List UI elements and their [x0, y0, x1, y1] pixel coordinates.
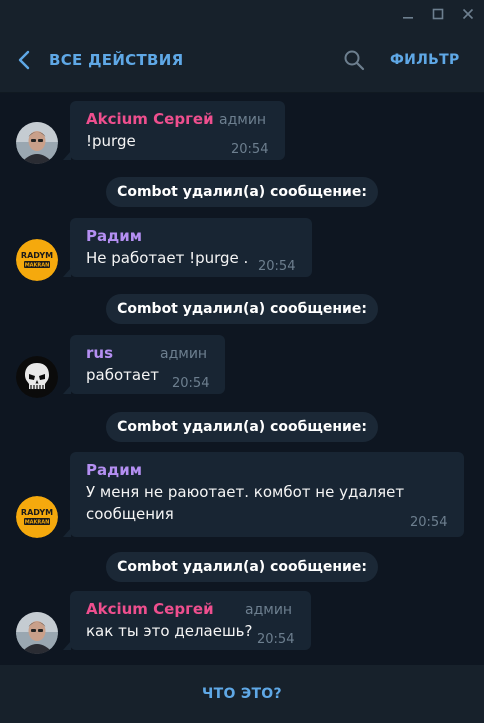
sender-name[interactable]: Радим: [86, 461, 142, 479]
message-time: 20:54: [231, 142, 269, 157]
service-message: Combot удалил(а) сообщение:: [106, 177, 378, 207]
svg-text:MAKRAN: MAKRAN: [25, 263, 50, 269]
sender-name[interactable]: rus: [86, 344, 113, 362]
sender-name[interactable]: Akcium Сергей: [86, 110, 214, 128]
footer-bar: ЧТО ЭТО?: [0, 665, 484, 723]
chevron-left-icon[interactable]: [14, 48, 34, 72]
admin-badge: админ: [160, 346, 208, 362]
radym-logo-avatar[interactable]: RADYM MAKRAN: [16, 496, 58, 538]
message-time: 20:54: [258, 259, 296, 274]
message-text: У меня не раюотает. комбот не удаляет со…: [86, 483, 405, 523]
event-log-list: Akcium Сергей админ !purge 20:54 Combot …: [0, 93, 484, 665]
window-titlebar: [0, 0, 484, 28]
minimize-icon[interactable]: [394, 0, 422, 28]
search-icon[interactable]: [341, 47, 367, 73]
message-bubble[interactable]: Akcium Сергей админ !purge 20:54: [63, 101, 285, 160]
page-title[interactable]: ВСЕ ДЕЙСТВИЯ: [49, 48, 183, 72]
maximize-icon[interactable]: [424, 0, 452, 28]
sender-name[interactable]: Akcium Сергей: [86, 600, 214, 618]
skull-avatar[interactable]: [16, 356, 58, 398]
message-bubble[interactable]: rus админ работает 20:54: [63, 335, 225, 394]
sender-name[interactable]: Радим: [86, 227, 142, 245]
photo-avatar[interactable]: [16, 612, 58, 654]
photo-avatar[interactable]: [16, 122, 58, 164]
admin-badge: админ: [245, 602, 293, 618]
filter-button[interactable]: ФИЛЬТР: [390, 48, 460, 72]
message-bubble[interactable]: Радим Не работает !purge . 20:54: [63, 218, 312, 277]
close-icon[interactable]: [454, 0, 482, 28]
svg-text:RADYM: RADYM: [21, 251, 53, 260]
admin-badge: админ: [219, 112, 267, 128]
svg-text:MAKRAN: MAKRAN: [25, 520, 50, 526]
service-message: Combot удалил(а) сообщение:: [106, 552, 378, 582]
radym-logo-avatar[interactable]: RADYM MAKRAN: [16, 239, 58, 281]
what-is-this-button[interactable]: ЧТО ЭТО?: [0, 665, 484, 723]
message-bubble[interactable]: Akcium Сергей админ как ты это делаешь? …: [63, 591, 311, 650]
header-bar: ВСЕ ДЕЙСТВИЯ ФИЛЬТР: [0, 28, 484, 93]
message-bubble[interactable]: Радим У меня не раюотает. комбот не удал…: [63, 452, 464, 537]
service-message: Combot удалил(а) сообщение:: [106, 294, 378, 324]
admin-log-window: ВСЕ ДЕЙСТВИЯ ФИЛЬТР Akcium Сергей админ …: [0, 0, 484, 723]
message-time: 20:54: [172, 376, 210, 391]
svg-text:RADYM: RADYM: [21, 508, 53, 517]
message-time: 20:54: [410, 515, 448, 530]
message-time: 20:54: [257, 632, 295, 647]
service-message: Combot удалил(а) сообщение:: [106, 412, 378, 442]
